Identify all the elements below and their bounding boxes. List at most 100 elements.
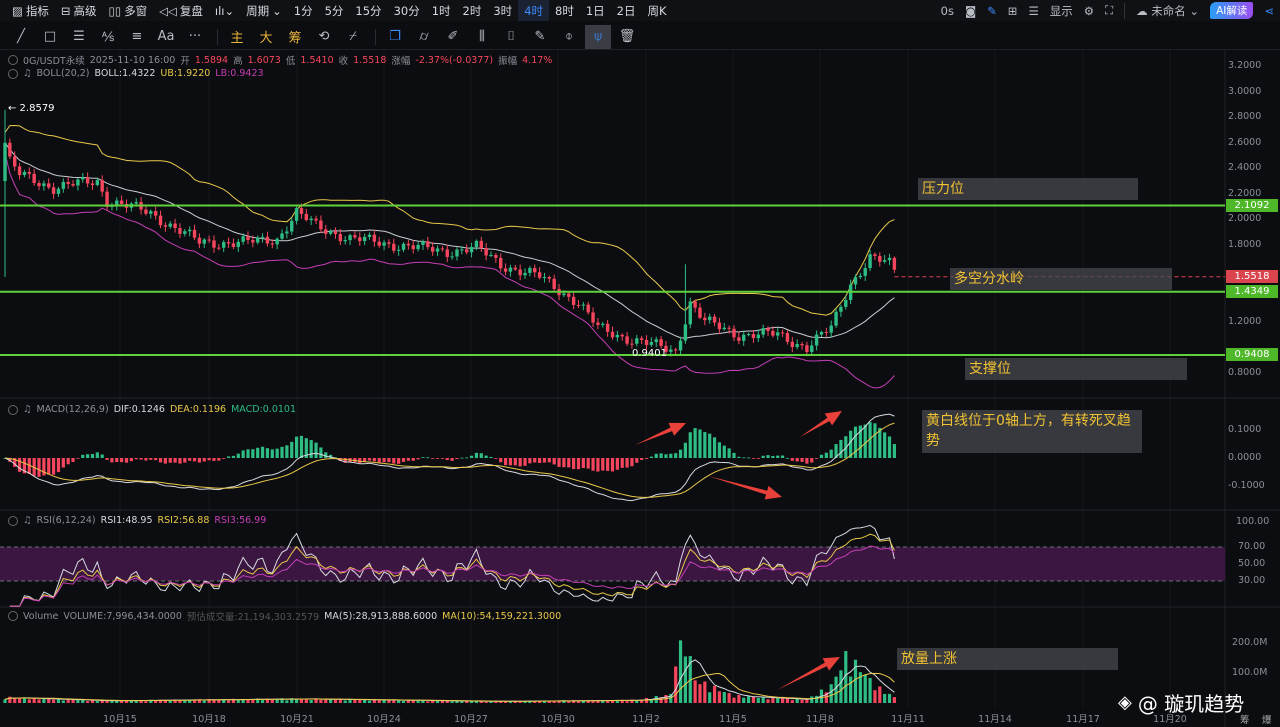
macd-bar	[703, 432, 707, 458]
collapse-icon[interactable]	[8, 611, 18, 621]
volume-bar	[815, 695, 819, 703]
macd-bar	[61, 458, 65, 468]
macd-bar	[732, 452, 736, 458]
macd-bar	[819, 454, 824, 458]
candle-up	[887, 257, 892, 261]
candle-down	[153, 211, 158, 216]
candle-down	[226, 242, 231, 244]
volume-bar	[17, 697, 22, 703]
volume-bar	[295, 699, 299, 703]
volume-bar	[474, 701, 479, 703]
macd-bar	[873, 423, 877, 458]
candle-up	[834, 311, 838, 326]
candle-down	[358, 237, 362, 242]
volume-bar	[178, 700, 182, 703]
macd-bar	[314, 442, 318, 458]
macd-bar	[528, 458, 532, 464]
collapse-icon[interactable]	[8, 68, 18, 79]
candle-down	[800, 344, 804, 346]
volume-bar	[358, 699, 362, 703]
macd-bar	[197, 458, 201, 463]
alarm-icon[interactable]: ♫	[23, 68, 32, 79]
macd-bar	[800, 458, 804, 462]
support-annotation[interactable]: 支撑位	[965, 358, 1187, 380]
volume-bar	[192, 700, 197, 703]
volume-bar	[450, 701, 454, 703]
macd-bar	[280, 446, 284, 458]
alarm-icon[interactable]: ♫	[23, 515, 32, 526]
macd-bar	[95, 452, 99, 458]
macd-bar	[717, 442, 722, 458]
rsi-band	[0, 547, 1225, 581]
macd-bar	[154, 458, 158, 461]
macd-bar	[309, 440, 313, 458]
volume-tick: 200.0M	[1232, 637, 1268, 648]
candle-down	[212, 240, 216, 248]
macd-bar	[295, 436, 299, 458]
candle-down	[231, 243, 236, 247]
volume-bar	[722, 692, 726, 703]
candle-down	[119, 200, 124, 204]
volume-annotation[interactable]: 放量上涨	[897, 648, 1118, 670]
macd-bar	[805, 458, 809, 464]
candle-down	[737, 337, 741, 341]
macd-bar	[474, 452, 479, 458]
collapse-icon[interactable]	[8, 55, 18, 65]
macd-bar	[630, 458, 634, 467]
macd-bar	[183, 458, 187, 463]
candle-down	[251, 240, 255, 243]
collapse-icon[interactable]	[8, 404, 18, 415]
collapse-icon[interactable]	[8, 515, 18, 526]
macd-annotation[interactable]: 黄白线位于0轴上方，有转死叉趋势	[922, 410, 1142, 453]
price-tick: 1.2000	[1228, 316, 1262, 327]
candle-down	[552, 278, 556, 289]
candle-up	[202, 239, 206, 244]
macd-bar	[134, 458, 138, 460]
macd-bar	[883, 432, 887, 458]
candle-up	[882, 260, 887, 262]
macd-bar	[601, 458, 605, 471]
candle-down	[314, 218, 318, 221]
resistance-price-tag: 2.1092	[1226, 199, 1278, 212]
macd-bar	[766, 455, 770, 458]
candle-up	[615, 334, 620, 338]
macd-bar	[66, 458, 70, 465]
candle-down	[620, 334, 624, 337]
candle-down	[625, 336, 629, 344]
volume-bar	[37, 699, 41, 703]
macd-bar	[129, 458, 133, 462]
candle-down	[173, 223, 177, 229]
macd-bar	[90, 454, 95, 458]
candle-down	[591, 312, 595, 323]
macd-bar	[178, 458, 182, 464]
price-tick: 2.0000	[1228, 213, 1262, 224]
candle-up	[280, 233, 284, 239]
candle-down	[51, 187, 56, 194]
candle-up	[678, 340, 683, 351]
pivot-annotation[interactable]: 多空分水岭	[950, 268, 1172, 290]
macd-bar	[319, 447, 323, 458]
volume-bar	[810, 696, 814, 703]
date-tick: 10月27	[454, 714, 488, 725]
macd-bar	[86, 454, 90, 458]
candle-up	[416, 244, 420, 250]
volume-bar	[708, 692, 712, 703]
candle-up	[256, 237, 260, 243]
macd-bar	[290, 441, 294, 458]
candle-down	[484, 248, 488, 256]
macd-bar	[722, 445, 726, 458]
candle-up	[421, 241, 425, 245]
candle-up	[328, 231, 333, 234]
macd-bar	[678, 449, 683, 458]
candle-up	[795, 344, 799, 348]
volume-bar	[120, 701, 124, 703]
macd-bar	[124, 458, 129, 463]
candle-up	[469, 247, 474, 253]
macd-bar	[484, 455, 488, 458]
volume-bar	[873, 690, 877, 703]
resistance-annotation[interactable]: 压力位	[918, 178, 1138, 200]
volume-bar	[698, 684, 702, 703]
macd-bar	[270, 449, 274, 458]
volume-bar	[800, 699, 804, 703]
alarm-icon[interactable]: ♫	[23, 404, 32, 415]
